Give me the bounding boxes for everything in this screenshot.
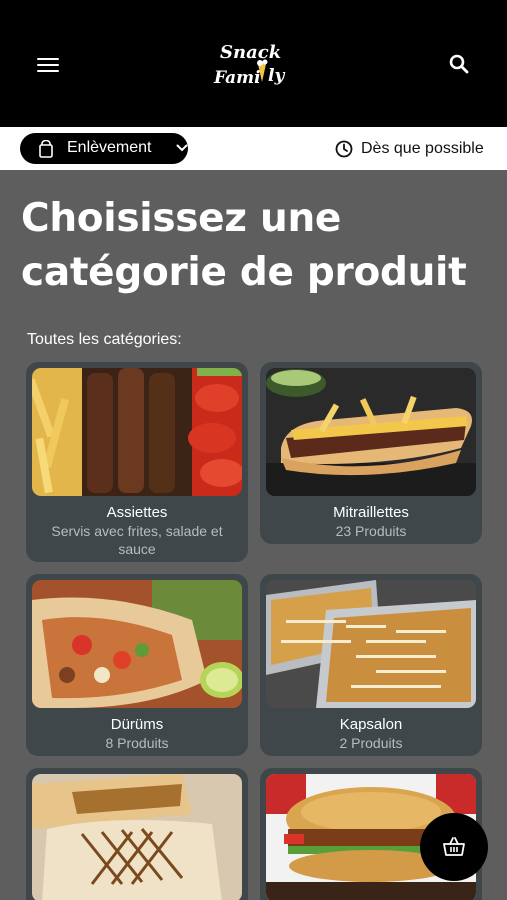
hamburger-icon — [37, 53, 59, 72]
category-card-5[interactable] — [26, 768, 248, 900]
section-label: Toutes les catégories: — [27, 331, 182, 348]
order-mode-label: Enlèvement — [67, 139, 152, 156]
snack-family-logo: Snack Fami ly — [213, 42, 285, 88]
category-image-mitraillettes — [266, 368, 476, 496]
search-button[interactable] — [448, 53, 470, 75]
category-image-durums — [32, 580, 242, 708]
category-name: Kapsalon — [339, 716, 403, 733]
category-card-mitraillettes[interactable]: Mitraillettes 23 Produits — [260, 362, 482, 544]
category-subtitle: Servis avec frites, salade et sauce — [51, 523, 223, 557]
basket-icon — [443, 837, 465, 856]
category-card-durums[interactable]: Dürüms 8 Produits — [26, 574, 248, 756]
svg-text:Snack: Snack — [220, 42, 281, 63]
category-image-kapsalon — [266, 580, 476, 708]
page-title: Choisissez une catégorie de produit — [21, 196, 467, 295]
app-header: Snack Fami ly — [0, 0, 507, 127]
svg-text:ly: ly — [268, 66, 285, 86]
category-card-assiettes[interactable]: Assiettes Servis avec frites, salade et … — [26, 362, 248, 562]
svg-text:Fami: Fami — [213, 68, 261, 88]
category-subtitle: 8 Produits — [105, 735, 169, 751]
category-name: Assiettes — [106, 504, 168, 521]
category-subtitle: 23 Produits — [335, 523, 407, 539]
cart-button[interactable] — [420, 813, 488, 881]
category-name: Mitraillettes — [333, 504, 409, 521]
order-options-bar: Enlèvement Dès que possible — [0, 127, 507, 170]
chevron-down-icon — [176, 144, 188, 152]
menu-button[interactable] — [37, 53, 59, 75]
order-time-label: Dès que possible — [361, 140, 484, 157]
category-subtitle: 2 Produits — [339, 735, 403, 751]
category-image-assiettes — [32, 368, 242, 496]
order-time-selector[interactable]: Dès que possible — [335, 140, 484, 158]
order-mode-dropdown[interactable]: Enlèvement — [20, 133, 188, 164]
search-icon — [449, 54, 469, 74]
shopping-bag-icon — [39, 140, 53, 158]
clock-icon — [335, 140, 353, 158]
category-image-5 — [32, 774, 242, 900]
category-name: Dürüms — [110, 716, 164, 733]
category-card-kapsalon[interactable]: Kapsalon 2 Produits — [260, 574, 482, 756]
